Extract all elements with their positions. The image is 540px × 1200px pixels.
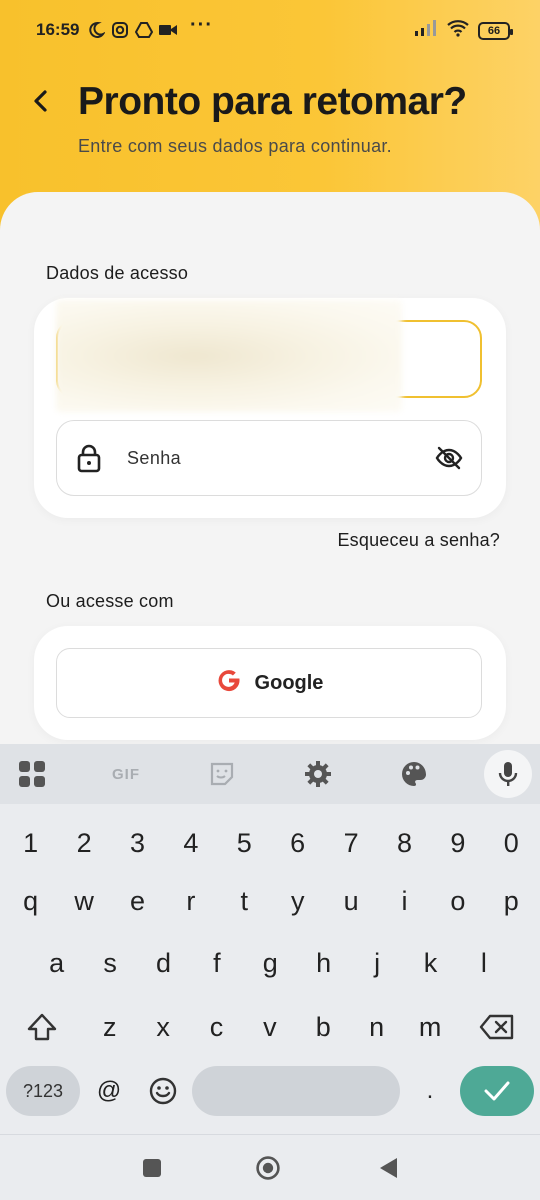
- email-field[interactable]: [56, 300, 482, 412]
- instagram-icon: [110, 20, 130, 40]
- status-time: 16:59: [36, 20, 80, 39]
- credentials-card: [34, 298, 506, 518]
- key[interactable]: 8: [378, 814, 431, 872]
- forgot-password-link[interactable]: Esqueceu a senha?: [337, 530, 500, 551]
- moon-icon: [86, 20, 106, 40]
- key[interactable]: u: [324, 872, 377, 930]
- page-title: Pronto para retomar?: [78, 80, 467, 123]
- lock-icon: [75, 443, 103, 473]
- status-bar: 16:59 ··· 66: [0, 0, 540, 60]
- key[interactable]: r: [164, 872, 217, 930]
- key[interactable]: 6: [271, 814, 324, 872]
- recents-square-icon[interactable]: [139, 1155, 165, 1181]
- google-icon: [215, 666, 243, 700]
- key[interactable]: p: [485, 872, 538, 930]
- page-subtitle: Entre com seus dados para continuar.: [78, 136, 392, 156]
- key[interactable]: v: [243, 998, 296, 1056]
- key[interactable]: q: [4, 872, 57, 930]
- video-camera-icon: [158, 20, 178, 40]
- back-button[interactable]: [26, 86, 56, 116]
- key[interactable]: d: [137, 934, 190, 992]
- keyboard-toolbar: GIF: [0, 744, 540, 804]
- key[interactable]: o: [431, 872, 484, 930]
- letter-row-q: qwertyuiop: [0, 872, 540, 930]
- microphone-icon[interactable]: [484, 750, 532, 798]
- key[interactable]: z: [83, 998, 136, 1056]
- number-row: 1234567890: [0, 814, 540, 872]
- google-login-button[interactable]: Google: [56, 648, 482, 718]
- key[interactable]: h: [297, 934, 350, 992]
- emoji-key[interactable]: [140, 1062, 186, 1120]
- key[interactable]: f: [190, 934, 243, 992]
- key[interactable]: g: [244, 934, 297, 992]
- key[interactable]: 5: [218, 814, 271, 872]
- shift-key[interactable]: [16, 998, 68, 1056]
- gif-button[interactable]: GIF: [110, 758, 142, 790]
- key[interactable]: e: [111, 872, 164, 930]
- key[interactable]: 0: [485, 814, 538, 872]
- key[interactable]: j: [350, 934, 403, 992]
- google-button-label: Google: [254, 671, 324, 694]
- emoji-icon: [149, 1077, 177, 1105]
- period-key[interactable]: .: [408, 1062, 452, 1120]
- enter-key[interactable]: [460, 1066, 534, 1116]
- key[interactable]: 7: [324, 814, 377, 872]
- password-input[interactable]: [127, 439, 417, 477]
- password-field[interactable]: [56, 420, 482, 496]
- home-circle-icon[interactable]: [255, 1155, 281, 1181]
- key[interactable]: c: [190, 998, 243, 1056]
- theme-palette-icon[interactable]: [398, 758, 430, 790]
- key[interactable]: w: [57, 872, 110, 930]
- key[interactable]: l: [457, 934, 510, 992]
- key[interactable]: 4: [164, 814, 217, 872]
- key[interactable]: 1: [4, 814, 57, 872]
- drive-icon: [134, 20, 154, 40]
- sticker-icon[interactable]: [206, 758, 238, 790]
- key[interactable]: a: [30, 934, 83, 992]
- letter-row-a: asdfghjkl: [0, 934, 540, 992]
- key[interactable]: x: [136, 998, 189, 1056]
- backspace-icon: [479, 1014, 514, 1040]
- key[interactable]: 3: [111, 814, 164, 872]
- on-screen-keyboard: GIF 1234567890 qwertyuiop asdfghjkl zxcv…: [0, 744, 540, 1200]
- wifi-icon: [446, 19, 470, 42]
- backspace-key[interactable]: [470, 998, 524, 1056]
- eye-off-icon[interactable]: [435, 445, 463, 471]
- key[interactable]: y: [271, 872, 324, 930]
- key[interactable]: 2: [57, 814, 110, 872]
- apps-grid-icon[interactable]: [16, 758, 48, 790]
- access-data-label: Dados de acesso: [46, 263, 189, 283]
- key[interactable]: 9: [431, 814, 484, 872]
- bottom-row: ?123 @ .: [0, 1066, 540, 1124]
- social-login-card: Google: [34, 626, 506, 740]
- space-bar[interactable]: [192, 1066, 400, 1116]
- battery-icon: 66: [478, 21, 513, 40]
- obscured-email-value: [56, 300, 402, 412]
- more-notifications-icon: ···: [190, 14, 213, 36]
- gif-label: GIF: [112, 765, 140, 783]
- key[interactable]: n: [350, 998, 403, 1056]
- letter-row-z: zxcvbnm: [0, 998, 540, 1056]
- key[interactable]: k: [404, 934, 457, 992]
- checkmark-icon: [484, 1081, 510, 1101]
- at-key[interactable]: @: [86, 1062, 132, 1120]
- shift-arrow-icon: [27, 1013, 57, 1041]
- key[interactable]: s: [83, 934, 136, 992]
- key[interactable]: i: [378, 872, 431, 930]
- settings-gear-icon[interactable]: [302, 758, 334, 790]
- key[interactable]: t: [218, 872, 271, 930]
- symbols-key[interactable]: ?123: [6, 1066, 80, 1116]
- alternative-login-label: Ou acesse com: [46, 591, 174, 611]
- key[interactable]: b: [297, 998, 350, 1056]
- key[interactable]: m: [403, 998, 456, 1056]
- signal-icon: [414, 19, 438, 42]
- chevron-left-icon: [34, 90, 47, 112]
- back-triangle-icon[interactable]: [376, 1155, 402, 1181]
- system-navigation-bar: [0, 1134, 540, 1200]
